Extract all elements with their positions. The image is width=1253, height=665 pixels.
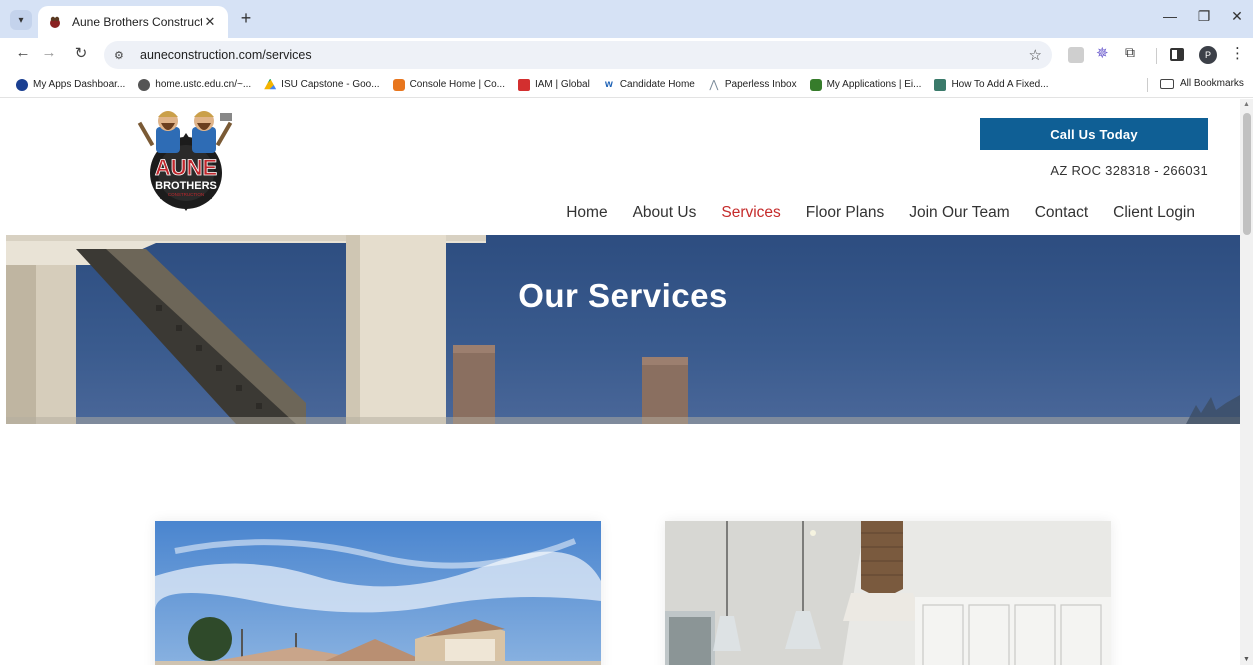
side-panel-icon[interactable]	[1170, 48, 1184, 61]
reload-icon[interactable]: ↻	[70, 44, 92, 62]
iam-icon	[517, 78, 530, 91]
bookmarks-divider	[1147, 78, 1148, 92]
site-favicon-icon	[50, 16, 60, 28]
service-image-exterior	[155, 521, 601, 665]
bookmark-label: How To Add A Fixed...	[951, 79, 1049, 90]
bookmark-star-icon[interactable]: ☆	[1029, 46, 1042, 64]
browser-toolbar: ← → ↻ ⚙ auneconstruction.com/services ☆ …	[0, 38, 1253, 72]
bookmark-label: Paperless Inbox	[724, 79, 797, 90]
globe-icon	[138, 78, 151, 91]
window-restore-icon[interactable]: ❐	[1189, 8, 1219, 25]
window-close-icon[interactable]: ✕	[1222, 8, 1252, 25]
hero-background-image	[6, 235, 1240, 424]
site-info-icon[interactable]: ⚙	[114, 49, 132, 62]
deere-icon	[809, 78, 822, 91]
bookmark-label: Console Home | Co...	[409, 79, 505, 90]
bookmark-item[interactable]: IAM | Global	[517, 78, 590, 91]
tab-close-icon[interactable]: ✕	[202, 14, 218, 30]
drive-icon	[264, 78, 277, 90]
nav-services[interactable]: Services	[721, 204, 780, 222]
nav-about-us[interactable]: About Us	[633, 204, 697, 222]
nav-home[interactable]: Home	[566, 204, 607, 222]
aune-brothers-logo[interactable]: AUNE BROTHERS CONSTRUCTION	[136, 107, 236, 211]
folder-icon	[1160, 78, 1174, 89]
all-bookmarks-label: All Bookmarks	[1180, 78, 1244, 89]
bookmark-site-icon	[934, 78, 947, 91]
logo-text-construction: CONSTRUCTION	[168, 192, 204, 197]
nav-floor-plans[interactable]: Floor Plans	[806, 204, 884, 222]
url-text: auneconstruction.com/services	[140, 48, 312, 62]
hero-title: Our Services	[518, 277, 728, 314]
bookmark-label: ISU Capstone - Goo...	[281, 79, 380, 90]
service-card-interior[interactable]	[665, 521, 1111, 665]
license-number: AZ ROC 328318 - 266031	[1050, 163, 1208, 178]
call-us-today-button[interactable]: Call Us Today	[980, 118, 1208, 150]
extension-icon[interactable]	[1068, 47, 1084, 63]
scroll-down-arrow-icon[interactable]: ▼	[1243, 656, 1250, 663]
nav-join-our-team[interactable]: Join Our Team	[909, 204, 1010, 222]
browser-menu-icon[interactable]: ⋮	[1230, 44, 1245, 62]
bookmarks-bar: My Apps Dashboar... home.ustc.edu.cn/~..…	[0, 72, 1253, 98]
aws-cube-icon	[392, 78, 405, 91]
bookmark-item[interactable]: Console Home | Co...	[392, 78, 505, 91]
bookmark-item[interactable]: ⋀ Paperless Inbox	[708, 79, 797, 91]
service-card-exterior[interactable]	[155, 521, 601, 665]
scrollbar-thumb[interactable]	[1243, 113, 1251, 235]
new-tab-icon[interactable]: +	[236, 8, 256, 29]
page-viewport: AUNE BROTHERS CONSTRUCTION Call Us Today…	[0, 99, 1240, 665]
tab-search-icon[interactable]: ▾	[10, 10, 32, 30]
bookmark-label: Candidate Home	[619, 79, 695, 90]
bookmark-label: My Applications | Ei...	[826, 79, 922, 90]
nav-contact[interactable]: Contact	[1035, 204, 1088, 222]
main-navigation: Home About Us Services Floor Plans Join …	[541, 204, 1195, 222]
back-arrow-icon[interactable]: ←	[12, 44, 34, 61]
bookmark-item[interactable]: How To Add A Fixed...	[934, 78, 1049, 91]
profile-avatar[interactable]: P	[1199, 46, 1217, 64]
bookmark-item[interactable]: My Applications | Ei...	[809, 78, 922, 91]
bookmark-item[interactable]: home.ustc.edu.cn/~...	[138, 78, 252, 91]
bookmark-label: home.ustc.edu.cn/~...	[155, 79, 252, 90]
bookmark-item[interactable]: My Apps Dashboar...	[16, 78, 126, 91]
extension-flower-icon[interactable]: ✵	[1096, 44, 1112, 62]
address-bar[interactable]: ⚙ auneconstruction.com/services ☆	[104, 41, 1052, 69]
tab-title: Aune Brothers Construction	[72, 15, 202, 29]
bookmark-label: My Apps Dashboar...	[33, 79, 126, 90]
hero-banner: Our Services	[6, 235, 1240, 424]
scroll-up-arrow-icon[interactable]: ▲	[1243, 101, 1250, 108]
tab-strip: ▾ Aune Brothers Construction ✕ + — ❐ ✕	[0, 0, 1253, 38]
circle-icon	[16, 78, 28, 91]
toolbar-divider	[1156, 48, 1157, 64]
paperless-icon: ⋀	[709, 79, 719, 91]
bookmark-item[interactable]: ISU Capstone - Goo...	[264, 78, 380, 91]
service-image-interior	[665, 521, 1111, 665]
page-scrollbar[interactable]: ▲ ▼	[1240, 99, 1253, 665]
window-minimize-icon[interactable]: —	[1155, 8, 1185, 24]
nav-client-login[interactable]: Client Login	[1113, 204, 1195, 222]
logo-text-aune: AUNE	[155, 155, 217, 180]
bookmark-label: IAM | Global	[534, 79, 590, 90]
forward-arrow-icon[interactable]: →	[38, 44, 60, 61]
extensions-puzzle-icon[interactable]: ⧉	[1125, 44, 1141, 60]
browser-tab-active[interactable]: Aune Brothers Construction ✕	[38, 6, 228, 38]
logo-text-brothers: BROTHERS	[155, 180, 217, 192]
workday-icon: w	[604, 79, 613, 90]
bookmark-item[interactable]: w Candidate Home	[603, 79, 695, 91]
all-bookmarks-button[interactable]: All Bookmarks	[1160, 78, 1244, 89]
